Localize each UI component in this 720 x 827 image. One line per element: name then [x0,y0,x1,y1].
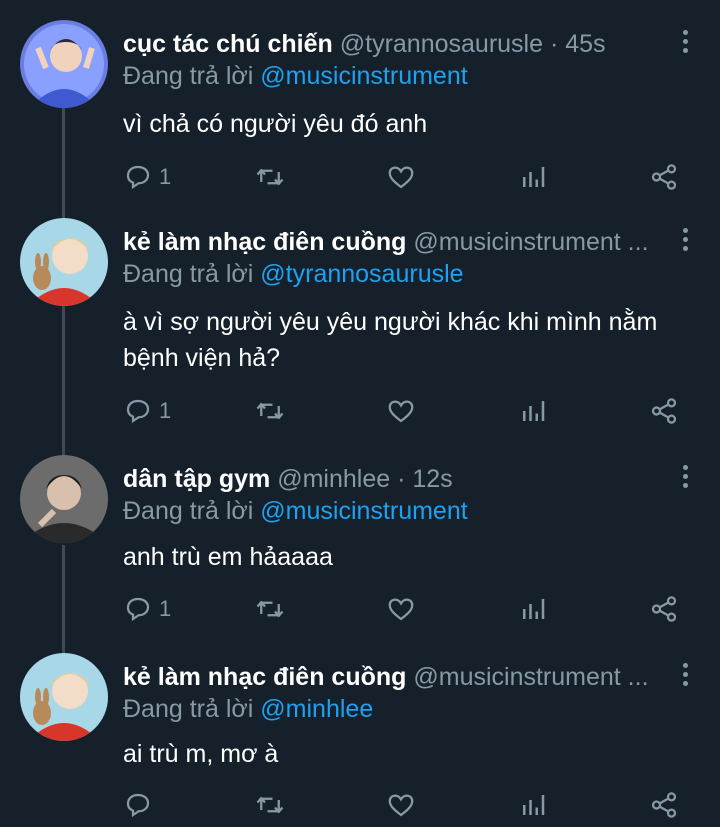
mention-link[interactable]: @minhlee [260,695,373,723]
tweet-text: ai trù m, mơ à [123,740,279,768]
retweet-button[interactable] [255,391,285,431]
analytics-button[interactable] [518,589,548,629]
more-vertical-icon[interactable] [682,30,690,56]
tweet-actions: 1 [0,589,720,629]
heart-icon [388,598,414,621]
share-button[interactable] [649,391,679,431]
mention-link[interactable]: @tyrannosaurusle [260,260,463,288]
heart-icon [388,400,414,423]
tweet[interactable]: kẻ làm nhạc điên cuồng @musicinstrument … [0,198,720,448]
handle-and-time: @minhlee · 12s [277,465,453,493]
retweet-icon [256,403,284,419]
like-button[interactable] [386,391,416,431]
avatar[interactable] [20,20,108,108]
retweet-button[interactable] [255,589,285,629]
share-button[interactable] [649,157,679,197]
mention-link[interactable]: @musicinstrument [260,497,467,525]
reply-count: 1 [159,398,172,423]
tweet-text: vì chả có người yêu đó anh [123,110,428,138]
retweet-icon [256,601,284,617]
like-button[interactable] [386,589,416,629]
reply-button[interactable] [123,785,159,825]
handle-and-time: @tyrannosaurusle · 45s [339,30,606,58]
analytics-button[interactable] [518,157,548,197]
replying-to-label: Đang trả lời [123,260,254,288]
tweet[interactable]: dân tập gym @minhlee · 12s Đang trả lời … [0,435,720,640]
more-vertical-icon[interactable] [682,228,690,254]
reply-icon [126,793,150,818]
handle-and-time: @musicinstrument ... [413,663,649,691]
tweet-actions: 1 [0,391,720,431]
tweet[interactable]: cục tác chú chiến @tyrannosaurusle · 45s… [0,0,720,215]
tweet-text: à vì sợ người yêu yêu người khác khi mìn… [123,308,658,372]
tweet-header: cục tác chú chiến @tyrannosaurusle · 45s [123,28,668,60]
replying-to-label: Đang trả lời [123,62,254,90]
tweet-actions: 1 [0,157,720,197]
display-name[interactable]: dân tập gym [123,465,270,493]
like-button[interactable] [386,785,416,825]
share-button[interactable] [649,589,679,629]
analytics-icon [523,401,545,421]
display-name[interactable]: cục tác chú chiến [123,30,333,58]
display-name[interactable]: kẻ làm nhạc điên cuồng [123,228,406,256]
display-name[interactable]: kẻ làm nhạc điên cuồng [123,663,406,691]
share-icon [651,792,677,818]
avatar[interactable] [20,653,108,741]
tweet-text: anh trù em hảaaaa [123,543,333,571]
analytics-button[interactable] [518,785,548,825]
replying-to-label: Đang trả lời [123,497,254,525]
avatar[interactable] [20,218,108,306]
tweet[interactable]: kẻ làm nhạc điên cuồng @musicinstrument … [0,633,720,827]
more-vertical-icon[interactable] [682,465,690,491]
share-icon [651,164,677,190]
retweet-button[interactable] [255,157,285,197]
replying-to: Đang trả lời @musicinstrument [123,60,468,92]
reply-icon [126,597,150,622]
reply-count: 1 [159,164,172,189]
heart-icon [388,794,414,817]
replying-to: Đang trả lời @tyrannosaurusle [123,258,464,290]
like-button[interactable] [386,157,416,197]
retweet-icon [256,169,284,185]
analytics-icon [523,795,545,815]
share-button[interactable] [649,785,679,825]
share-icon [651,596,677,622]
analytics-button[interactable] [518,391,548,431]
reply-icon [126,165,150,190]
reply-button[interactable]: 1 [123,391,171,431]
tweet-actions [0,785,720,825]
reply-button[interactable]: 1 [123,589,171,629]
analytics-icon [523,167,545,187]
retweet-button[interactable] [255,785,285,825]
handle-and-time: @musicinstrument ... [413,228,649,256]
replying-to-label: Đang trả lời [123,695,254,723]
more-vertical-icon[interactable] [682,663,690,689]
reply-button[interactable]: 1 [123,157,171,197]
tweet-header: dân tập gym @minhlee · 12s [123,463,668,495]
reply-count: 1 [159,596,172,621]
tweet-header: kẻ làm nhạc điên cuồng @musicinstrument … [123,226,668,258]
replying-to: Đang trả lời @minhlee [123,693,373,725]
retweet-icon [256,797,284,813]
replying-to: Đang trả lời @musicinstrument [123,495,468,527]
share-icon [651,398,677,424]
heart-icon [388,166,414,189]
analytics-icon [523,599,545,619]
tweet-header: kẻ làm nhạc điên cuồng @musicinstrument … [123,661,668,693]
avatar[interactable] [20,455,108,543]
mention-link[interactable]: @musicinstrument [260,62,467,90]
reply-icon [126,399,150,424]
